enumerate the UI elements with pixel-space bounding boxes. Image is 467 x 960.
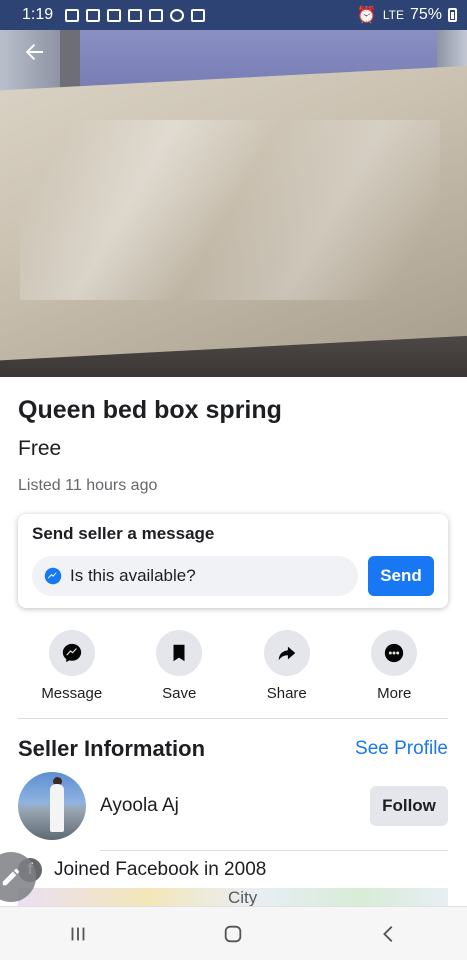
joined-row: f Joined Facebook in 2008 — [18, 858, 448, 882]
back-nav-button[interactable] — [369, 914, 409, 954]
system-nav-bar — [0, 906, 467, 960]
recent-apps-button[interactable] — [58, 914, 98, 954]
message-card: Send seller a message Is this available?… — [18, 514, 448, 608]
save-action-label: Save — [162, 685, 197, 702]
facebook-notification-icon — [128, 8, 143, 22]
home-button[interactable] — [213, 914, 253, 954]
map-city-label: City — [228, 888, 258, 907]
seller-name[interactable]: Ayoola Aj — [100, 795, 370, 817]
message-action-label: Message — [41, 685, 103, 702]
more-dots-icon — [385, 643, 404, 663]
message-input-text: Is this available? — [70, 566, 196, 585]
message-action[interactable]: Message — [18, 630, 126, 702]
message-action-circle — [48, 630, 95, 676]
seller-divider — [100, 850, 448, 851]
section-divider — [18, 718, 448, 719]
listing-title: Queen bed box spring — [18, 396, 282, 424]
save-action-circle — [156, 630, 203, 676]
joined-text: Joined Facebook in 2008 — [54, 859, 267, 880]
home-icon — [225, 925, 242, 942]
share-action-circle — [263, 630, 310, 676]
seller-row: Ayoola Aj Follow — [18, 772, 448, 840]
youtube-notification-icon — [191, 8, 206, 22]
more-action[interactable]: More — [341, 630, 449, 702]
signal-icon: LTE — [382, 8, 404, 22]
send-notification-icon — [86, 8, 101, 22]
more-action-circle — [371, 630, 418, 676]
seller-header: Seller Information See Profile — [18, 736, 448, 762]
app-notification-icon — [170, 8, 185, 22]
back-arrow-icon — [25, 44, 43, 60]
send-button[interactable]: Send — [368, 556, 434, 596]
back-button[interactable] — [22, 40, 52, 66]
messenger-icon — [44, 567, 62, 585]
see-profile-link[interactable]: See Profile — [355, 738, 448, 760]
battery-level: 75% — [409, 6, 442, 23]
listing-price: Free — [18, 437, 62, 460]
status-right: ⏰ LTE 75% — [357, 5, 457, 25]
seller-avatar[interactable] — [18, 772, 86, 840]
pencil-icon — [2, 868, 20, 886]
save-action[interactable]: Save — [126, 630, 234, 702]
image-notification-icon — [149, 8, 164, 22]
messenger-icon — [62, 643, 81, 663]
share-action[interactable]: Share — [233, 630, 341, 702]
status-time: 1:19 — [22, 6, 54, 23]
location-map[interactable]: City — [18, 888, 448, 908]
status-bar: 1:19 ⏰ LTE 75% — [0, 0, 467, 30]
bookmark-icon — [173, 644, 185, 662]
recents-icon — [71, 927, 85, 940]
notification-icons — [65, 8, 206, 22]
alarm-icon: ⏰ — [356, 7, 377, 24]
message-row: Is this available? Send — [32, 556, 434, 596]
action-bar: Message Save Share More — [18, 630, 448, 702]
listing-photo[interactable] — [0, 30, 467, 377]
message-card-title: Send seller a message — [32, 524, 215, 543]
share-action-label: Share — [266, 685, 307, 702]
follow-button[interactable]: Follow — [370, 786, 448, 826]
message-input[interactable]: Is this available? — [32, 556, 358, 596]
facebook-notification-icon — [65, 8, 80, 22]
battery-icon — [448, 8, 457, 22]
chevron-left-icon — [383, 925, 393, 942]
photo-plastic-wrap — [20, 120, 440, 300]
avatar-person — [50, 784, 64, 832]
seller-section-title: Seller Information — [18, 736, 206, 761]
more-action-label: More — [377, 685, 412, 702]
listing-time: Listed 11 hours ago — [18, 477, 158, 494]
listing-details: Queen bed box spring Free Listed 11 hour… — [18, 390, 448, 496]
share-arrow-icon — [278, 646, 295, 661]
mail-notification-icon — [107, 8, 122, 22]
